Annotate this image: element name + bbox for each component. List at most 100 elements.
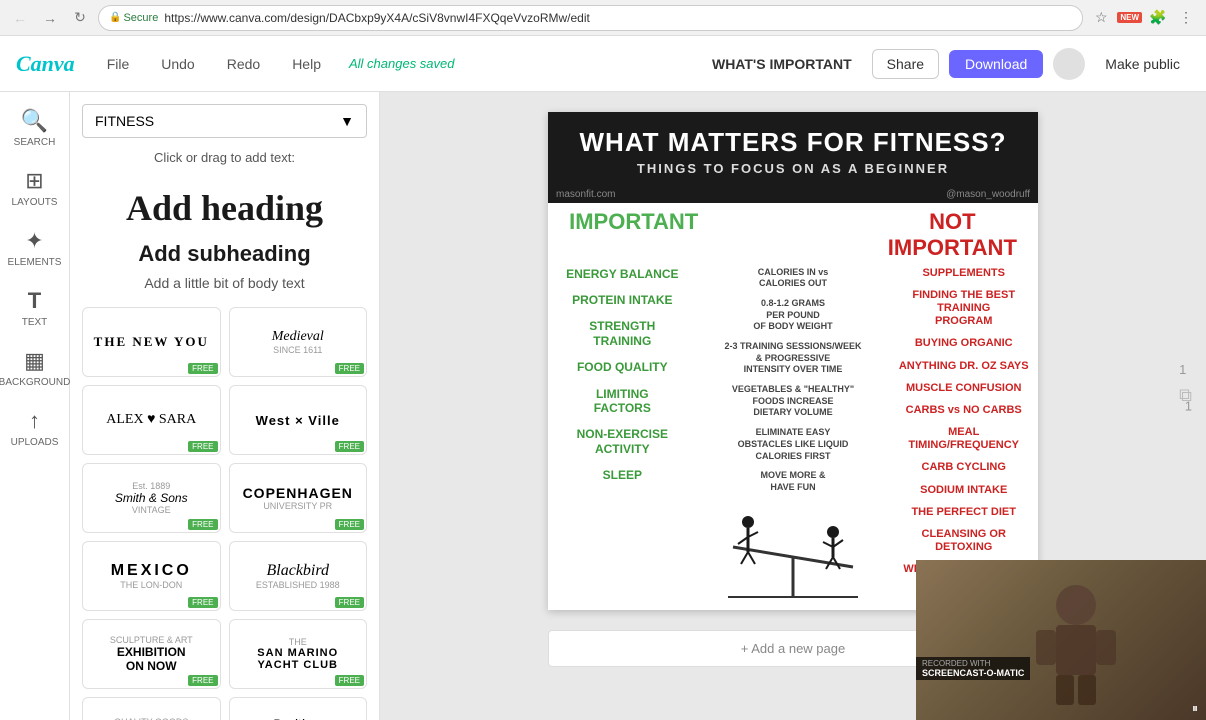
font-item-west-ville[interactable]: West × Ville FREE [229,385,368,455]
font-item-blackbird[interactable]: Blackbird ESTABLISHED 1988 FREE [229,541,368,611]
free-badge: FREE [188,363,217,374]
chevron-down-icon: ▼ [340,113,354,129]
free-badge: FREE [335,441,364,452]
star-button[interactable]: ☆ [1089,6,1113,30]
free-badge: FREE [335,363,364,374]
important-item-3: STRENGTHTRAINING [552,319,693,348]
font-item-medieval[interactable]: Medieval SINCE 1611 FREE [229,307,368,377]
header-right-actions: WHAT'S IMPORTANT Share Download Make pub… [702,48,1190,80]
sidebar-item-text[interactable]: T TEXT [3,280,67,336]
browser-action-buttons: ☆ NEW 🧩 ⋮ [1089,6,1198,30]
important-item-5: LIMITINGFACTORS [552,387,693,416]
font-item-copenhagen[interactable]: COPENHAGEN UNIVERSITY PR FREE [229,463,368,533]
extension-button[interactable]: 🧩 [1146,6,1170,30]
font-item-exhibition[interactable]: SCULPTURE & ART EXHIBITIONON NOW FREE [82,619,221,689]
font-item-the-new-you[interactable]: THE NEW YOU FREE [82,307,221,377]
redo-menu[interactable]: Redo [219,52,268,76]
canvas-container[interactable]: WHAT MATTERS FOR FITNESS? THINGS TO FOCU… [548,112,1038,610]
not-item-10: THE PERFECT DIET [893,506,1034,519]
whats-important-button[interactable]: WHAT'S IMPORTANT [702,50,862,78]
font-sub: QUALITY GOODS [114,717,188,720]
panel: FITNESS ▼ Click or drag to add text: Add… [70,92,380,720]
browser-chrome: ← → ↻ 🔒 Secure https://www.canva.com/des… [0,0,1206,36]
font-preview: BedtimeFAIRY [272,716,323,720]
font-item-san-marino[interactable]: THE SAN MARINOYACHT CLUB FREE [229,619,368,689]
help-menu[interactable]: Help [284,52,329,76]
font-sub2: VINTAGE [132,505,171,515]
add-body-sample[interactable]: Add a little bit of body text [82,271,367,295]
make-public-button[interactable]: Make public [1095,50,1190,78]
search-icon: 🔍 [21,108,48,134]
category-value: FITNESS [95,113,154,129]
uploads-icon: ↑ [29,408,40,434]
canva-logo: Canva [16,51,75,77]
sidebar-item-background[interactable]: ▦ BACKGROUND [3,340,67,396]
not-item-6: CARBS vs NO CARBS [893,404,1034,417]
free-badge: FREE [188,441,217,452]
elements-icon: ✦ [25,228,43,254]
sidebar-item-elements[interactable]: ✦ ELEMENTS [3,220,67,276]
app-header: Canva File Undo Redo Help All changes sa… [0,36,1206,92]
infographic: WHAT MATTERS FOR FITNESS? THINGS TO FOCU… [548,112,1038,610]
font-sub: SCULPTURE & ART [110,635,193,645]
important-item-4: FOOD QUALITY [552,360,693,374]
font-preview: SAN MARINOYACHT CLUB [257,647,338,671]
refresh-button[interactable]: ↻ [68,6,92,30]
background-icon: ▦ [24,348,45,374]
add-subheading-sample[interactable]: Add subheading [82,237,367,271]
url-text: https://www.canva.com/design/DACbxp9yX4A… [164,11,590,25]
sidebar-layouts-label: LAYOUTS [12,197,58,208]
sidebar-item-uploads[interactable]: ↑ UPLOADS [3,400,67,456]
not-item-11: CLEANSING OR DETOXING [893,528,1034,554]
sidebar-item-layouts[interactable]: ⊞ LAYOUTS [3,160,67,216]
add-heading-sample[interactable]: Add heading [82,179,367,237]
share-button[interactable]: Share [872,49,939,79]
copy-page-icon[interactable]: ⧉ [1179,385,1192,406]
back-button[interactable]: ← [8,6,32,30]
category-dropdown[interactable]: FITNESS ▼ [82,104,367,138]
app-label: SCREENCAST-O-MATIC [922,668,1024,678]
video-control-button[interactable]: ⏸ [1192,701,1198,716]
font-item-alex-sara[interactable]: ALEX ♥ SARA FREE [82,385,221,455]
free-badge: FREE [335,597,364,608]
undo-menu[interactable]: Undo [153,52,202,76]
forward-button[interactable]: → [38,6,62,30]
font-item-smith-sons[interactable]: Est. 1889 Smith & Sons VINTAGE FREE [82,463,221,533]
avatar[interactable] [1053,48,1085,80]
not-item-2: FINDING THE BESTTRAININGPROGRAM [893,289,1034,329]
address-bar[interactable]: 🔒 Secure https://www.canva.com/design/DA… [98,5,1083,31]
mid-4: VEGETABLES & "HEALTHY"FOODS INCREASEDIET… [732,384,854,419]
balance-scale-svg [723,502,863,602]
file-menu[interactable]: File [99,52,138,76]
video-feed [916,560,1206,720]
not-important-items-column: SUPPLEMENTS FINDING THE BESTTRAININGPROG… [893,267,1034,602]
col-not-important-header: NOT IMPORTANT [873,209,1032,261]
sidebar-item-search[interactable]: 🔍 SEARCH [3,100,67,156]
free-badge: FREE [335,675,364,686]
not-item-7: MEALTIMING/FREQUENCY [893,426,1034,452]
mid-5: ELIMINATE EASYOBSTACLES LIKE LIQUIDCALOR… [738,427,849,462]
font-sub: SINCE 1611 [273,345,322,355]
sidebar-elements-label: ELEMENTS [8,257,62,268]
text-icon: T [28,288,41,314]
font-preview: Smith & Sons [115,491,188,505]
mid-6: MOVE MORE &HAVE FUN [761,470,826,493]
font-item-mexico[interactable]: MEXICO THE LON-DON FREE [82,541,221,611]
infographic-title: WHAT MATTERS FOR FITNESS? [560,128,1026,157]
font-item-bedtime-fairy[interactable]: BedtimeFAIRY FREE [229,697,368,720]
mid-1: CALORIES IN vsCALORIES OUT [758,267,829,290]
download-button[interactable]: Download [949,50,1043,78]
sidebar-uploads-label: UPLOADS [11,437,59,448]
layouts-icon: ⊞ [25,168,43,194]
infographic-header: WHAT MATTERS FOR FITNESS? THINGS TO FOCU… [548,112,1038,186]
font-preview: COPENHAGEN [243,485,353,501]
mid-2: 0.8-1.2 GRAMSPER POUNDOF BODY WEIGHT [753,298,832,333]
font-preview: THE NEW YOU [94,334,209,350]
font-item-acorn[interactable]: QUALITY GOODS ACORN FREE [82,697,221,720]
sidebar-bg-label: BACKGROUND [0,377,70,388]
free-badge: FREE [188,597,217,608]
saved-indicator: All changes saved [349,56,455,71]
menu-button[interactable]: ⋮ [1174,6,1198,30]
video-overlay[interactable]: RECORDED WITH SCREENCAST-O-MATIC ⏸ [916,560,1206,720]
new-badge: NEW [1117,12,1142,23]
